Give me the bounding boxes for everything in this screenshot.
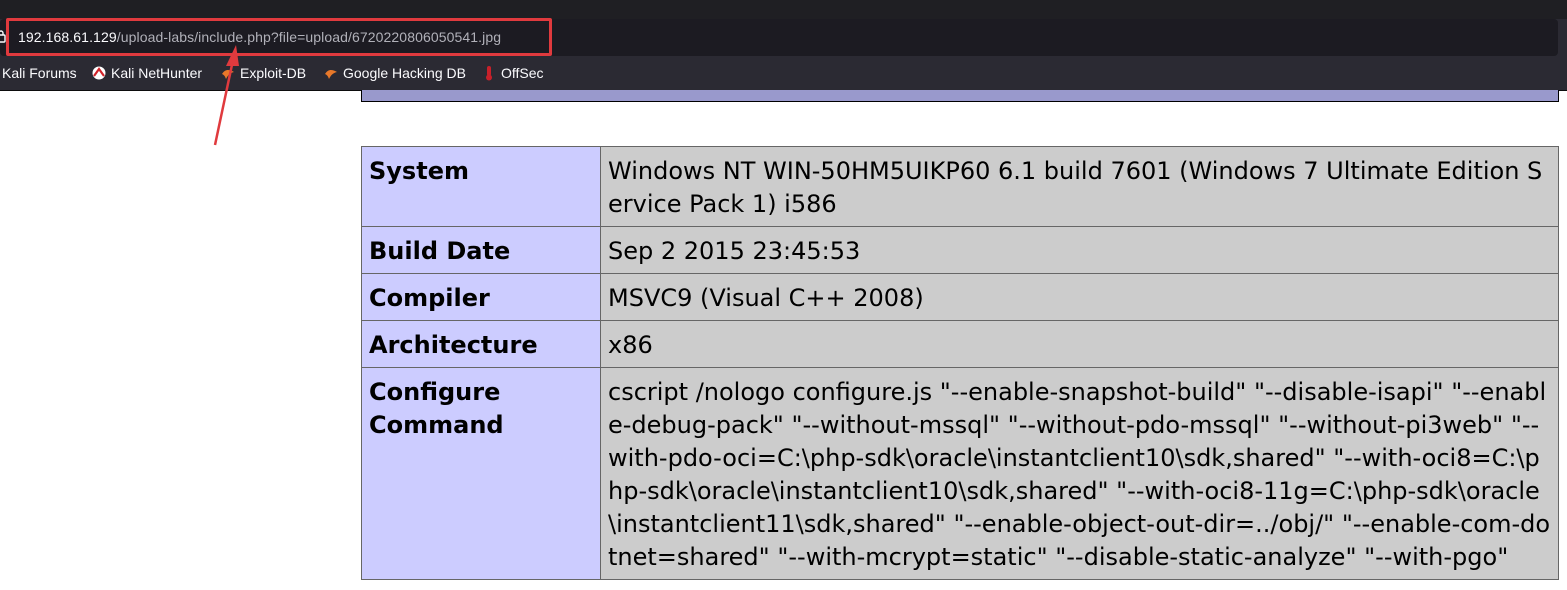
annotation-highlight-box <box>6 18 552 56</box>
bookmark-google-hacking-db[interactable]: Google Hacking DB <box>323 64 466 82</box>
bookmark-label: Google Hacking DB <box>343 65 466 81</box>
bookmark-kali-nethunter[interactable]: Kali NetHunter <box>91 64 202 82</box>
row-key: Compiler <box>361 273 601 321</box>
google-hacking-db-icon <box>325 69 337 79</box>
row-value: cscript /nologo configure.js "--enable-s… <box>600 367 1559 580</box>
bookmark-label: Exploit-DB <box>240 65 307 81</box>
exploit-db-icon <box>222 69 234 79</box>
table-row: System Windows NT WIN-50HM5UIKP60 6.1 bui… <box>361 146 1559 227</box>
address-bar: 192.168.61.129/upload-labs/include.php?f… <box>0 18 1567 56</box>
table-row: Configure Command cscript /nologo configu… <box>361 367 1559 580</box>
phpinfo-header-bar <box>361 90 1559 102</box>
window-top-strip <box>0 0 1567 19</box>
bookmark-label: OffSec <box>501 65 544 81</box>
row-value: Windows NT WIN-50HM5UIKP60 6.1 build 760… <box>600 146 1559 227</box>
phpinfo-table: System Windows NT WIN-50HM5UIKP60 6.1 bui… <box>361 146 1559 580</box>
bookmarks-toolbar: Kali Forums Kali NetHunter Exploit-DB Go… <box>0 56 1567 91</box>
bookmark-kali-forums[interactable]: Kali Forums <box>2 64 77 82</box>
bookmark-offsec[interactable]: OffSec <box>481 64 544 82</box>
offsec-icon <box>486 66 492 81</box>
bookmark-label: Kali NetHunter <box>111 65 203 81</box>
row-key: Architecture <box>361 320 601 368</box>
table-row: Architecture x86 <box>361 320 1559 368</box>
row-key: Configure Command <box>361 367 601 580</box>
table-row: Build Date Sep 2 2015 23:45:53 <box>361 226 1559 274</box>
row-value: MSVC9 (Visual C++ 2008) <box>600 273 1559 321</box>
row-value: x86 <box>600 320 1559 368</box>
bookmark-label: Kali Forums <box>2 65 77 81</box>
kali-nethunter-icon <box>92 66 106 80</box>
url-field[interactable]: 192.168.61.129/upload-labs/include.php?f… <box>0 18 1558 56</box>
row-key: Build Date <box>361 226 601 274</box>
row-key: System <box>361 146 601 227</box>
table-row: Compiler MSVC9 (Visual C++ 2008) <box>361 273 1559 321</box>
bookmark-exploit-db[interactable]: Exploit-DB <box>220 64 306 82</box>
row-value: Sep 2 2015 23:45:53 <box>600 226 1559 274</box>
